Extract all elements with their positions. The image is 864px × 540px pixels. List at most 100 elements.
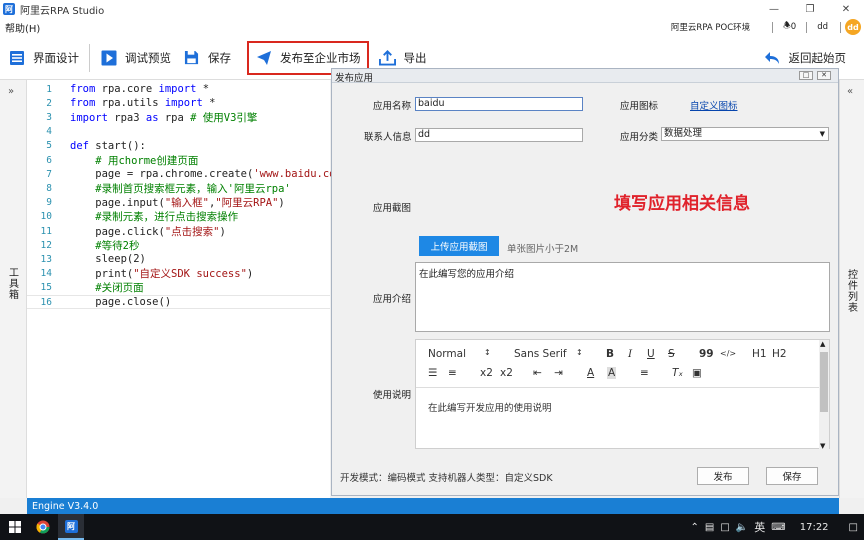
code-button[interactable]: </>	[720, 349, 736, 358]
tray-chat-icon[interactable]: □	[720, 522, 729, 533]
indent-icon[interactable]: ⇥	[554, 367, 563, 379]
line-number: 13	[40, 253, 52, 265]
code-text: # 用chorme创建页面	[70, 153, 198, 168]
contact-label: 联系人信息	[364, 132, 412, 143]
code-line[interactable]: 3 import rpa3 as rpa # 使用V3引擎	[27, 110, 330, 124]
debug-preview-button[interactable]: 调试预览	[92, 41, 179, 75]
superscript-button[interactable]: x2	[500, 367, 513, 379]
header2-button[interactable]: H2	[772, 348, 787, 360]
tray-network-icon[interactable]: ▤	[705, 522, 714, 533]
background-color-icon[interactable]: A	[607, 367, 617, 379]
menu-help[interactable]: 帮助(H)	[5, 20, 40, 35]
italic-button[interactable]: I	[628, 348, 632, 360]
code-line[interactable]: 4	[27, 125, 330, 139]
maximize-icon[interactable]: ❐	[792, 0, 828, 18]
code-token: "自定义SDK success"	[133, 268, 247, 281]
code-line[interactable]: 8 #录制首页搜索框元素，输入'阿里云rpa'	[27, 181, 330, 195]
code-editor[interactable]: 1 from rpa.core import * 2 from rpa.utils i…	[27, 80, 354, 498]
code-text: page.input("输入框","阿里云RPA")	[70, 195, 284, 210]
close-icon[interactable]: ✕	[828, 0, 864, 18]
format-select-arrow-icon[interactable]: ↕	[484, 348, 491, 357]
clear-format-icon[interactable]: Tₓ	[672, 367, 683, 379]
subscript-button[interactable]: x2	[480, 367, 493, 379]
code-line[interactable]: 10 #录制元素，进行点击搜索操作	[27, 210, 330, 224]
code-line[interactable]: 2 from rpa.utils import *	[27, 96, 330, 110]
app-name-input[interactable]: baidu	[415, 97, 583, 111]
user-name[interactable]: dd	[817, 22, 828, 32]
ordered-list-icon[interactable]: ☰	[428, 367, 437, 379]
scroll-up-icon[interactable]: ▲	[820, 340, 825, 348]
controls-list-tab[interactable]: 控件列表	[847, 270, 859, 314]
bold-button[interactable]: B	[606, 348, 614, 360]
bell-icon[interactable]: 🕭	[783, 20, 791, 34]
code-line[interactable]: 16 page.close()	[27, 295, 330, 309]
ui-design-button[interactable]: 界面设计	[0, 41, 87, 75]
code-line[interactable]: 12 #等待2秒	[27, 238, 330, 252]
toolbox-tab[interactable]: 工具箱	[8, 268, 20, 301]
expand-left-icon[interactable]: »	[8, 86, 14, 97]
upload-screenshot-button[interactable]: 上传应用截图	[419, 236, 499, 256]
contact-input[interactable]: dd	[415, 128, 583, 142]
code-text: page = rpa.chrome.create('www.baidu.com'…	[70, 168, 354, 180]
usage-scrollbar[interactable]: ▲ ▼	[819, 340, 829, 450]
line-number: 16	[40, 296, 52, 308]
system-tray: ⌃ ▤ □ 🔈 英 ⌨ 17:22 □	[691, 514, 864, 540]
dialog-restore-icon[interactable]: □	[799, 71, 813, 80]
notification-center-icon[interactable]: □	[849, 522, 858, 533]
line-number: 6	[46, 154, 52, 166]
usage-placeholder: 在此编写开发应用的使用说明	[428, 403, 552, 414]
code-line[interactable]: 13 sleep(2)	[27, 252, 330, 266]
avatar[interactable]: dd	[845, 19, 861, 35]
font-select-arrow-icon[interactable]: ↕	[576, 348, 583, 357]
code-line[interactable]: 11 page.click("点击搜索")	[27, 224, 330, 238]
underline-button[interactable]: U	[647, 348, 655, 360]
publish-button[interactable]: 发布	[697, 467, 749, 485]
clock[interactable]: 17:22	[800, 522, 829, 533]
controls-panel: « 控件列表	[839, 80, 864, 498]
outdent-icon[interactable]: ⇤	[533, 367, 542, 379]
code-line[interactable]: 6 # 用chorme创建页面	[27, 153, 330, 167]
header1-button[interactable]: H1	[752, 348, 767, 360]
align-icon[interactable]: ≡	[640, 367, 649, 379]
code-line[interactable]: 1 from rpa.core import *	[27, 82, 330, 96]
chrome-icon[interactable]	[30, 514, 56, 540]
line-number: 7	[46, 168, 52, 180]
ime-indicator[interactable]: 英	[754, 519, 765, 535]
windows-start-icon[interactable]	[4, 514, 26, 540]
intro-textarea[interactable]: 在此编写您的应用介绍	[415, 262, 830, 332]
scroll-down-icon[interactable]: ▼	[820, 442, 825, 450]
expand-right-icon[interactable]: «	[847, 86, 853, 97]
minimize-icon[interactable]: —	[756, 0, 792, 18]
bullet-list-icon[interactable]: ≡	[448, 367, 457, 379]
code-line[interactable]: 5 def start():	[27, 139, 330, 153]
dialog-close-icon[interactable]: ✕	[817, 71, 831, 80]
font-color-icon[interactable]: A	[587, 367, 594, 379]
code-line[interactable]: 9 page.input("输入框","阿里云RPA")	[27, 196, 330, 210]
save-toolbar-button[interactable]: 保存	[179, 41, 239, 75]
code-line[interactable]: 15 #关闭页面	[27, 281, 330, 295]
tray-up-icon[interactable]: ⌃	[691, 522, 699, 533]
category-select[interactable]: 数据处理 ▼	[661, 127, 829, 141]
tray-keyboard-icon[interactable]: ⌨	[771, 522, 785, 533]
tray-volume-icon[interactable]: 🔈	[736, 522, 748, 533]
font-select[interactable]: Sans Serif	[514, 348, 567, 360]
image-icon[interactable]: ▣	[692, 367, 702, 379]
usage-editor[interactable]: Normal ↕ Sans Serif ↕ B I U S 99 </> H1 …	[415, 339, 830, 450]
scroll-thumb[interactable]	[820, 352, 828, 412]
format-select[interactable]: Normal	[428, 348, 466, 360]
app-icon-label: 应用图标	[620, 101, 659, 112]
blockquote-button[interactable]: 99	[699, 348, 714, 360]
save-label: 保存	[208, 50, 231, 65]
strike-button[interactable]: S	[668, 348, 675, 360]
dialog-body: 应用名称 baidu 应用图标 自定义图标 联系人信息 dd 应用分类 数据处理…	[333, 84, 837, 485]
save-button[interactable]: 保存	[766, 467, 818, 485]
debug-preview-label: 调试预览	[125, 50, 171, 65]
environment-label[interactable]: 阿里云RPA POC环境	[671, 21, 750, 33]
rpa-studio-taskbar-icon[interactable]: 阿	[58, 514, 84, 540]
code-line[interactable]: 7 page = rpa.chrome.create('www.baidu.co…	[27, 167, 354, 181]
code-token: rpa.utils	[95, 97, 165, 110]
custom-icon-link[interactable]: 自定义图标	[690, 98, 738, 112]
code-line[interactable]: 14 print("自定义SDK success")	[27, 267, 330, 281]
